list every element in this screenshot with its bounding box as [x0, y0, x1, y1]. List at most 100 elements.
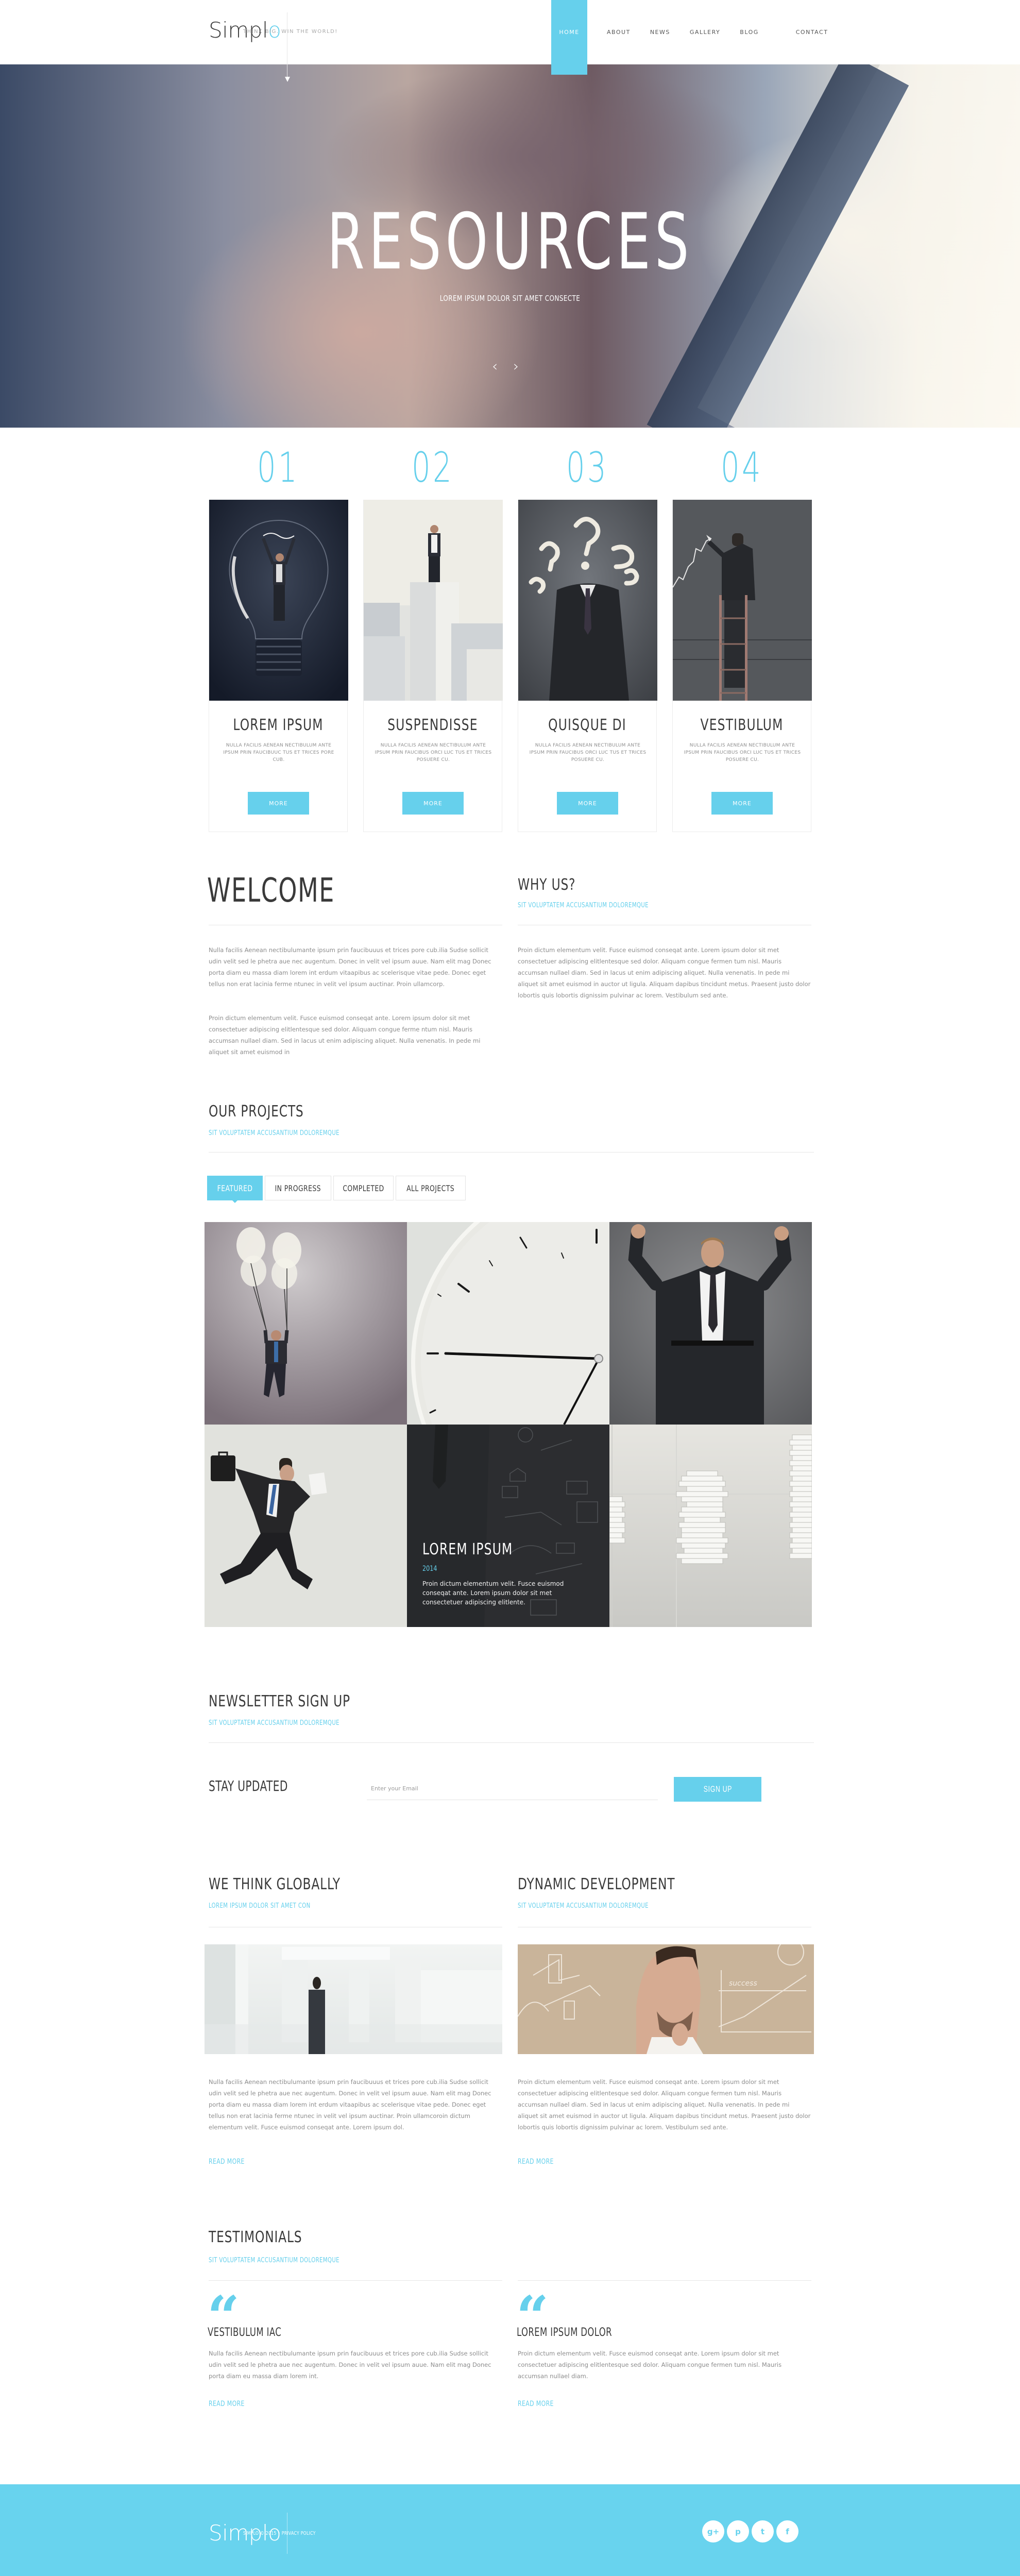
nav-blog[interactable]: BLOG	[740, 0, 758, 64]
chevron-right-icon[interactable]: ›	[513, 359, 519, 374]
feature-title: QUISQUE DI	[548, 716, 626, 734]
dynamic-subtitle: SIT VOLUPTATEM ACCUSANTIUM DOLOREMQUE	[518, 1902, 649, 1910]
project-grid: LOREM IPSUM 2014 Proin dictum elementum …	[205, 1222, 814, 1627]
projects-title: OUR PROJECTS	[209, 1103, 304, 1121]
feature-text: NULLA FACILIS AENEAN NECTIBULUM ANTE IPS…	[375, 743, 492, 762]
why-us-title: WHY US?	[518, 876, 576, 894]
read-more-link[interactable]: READ MORE	[209, 2158, 245, 2166]
feature-text: NULLA FACILIS AENEAN NECTIBULUM ANTE IPS…	[529, 743, 647, 762]
sign-up-label: SIGN UP	[703, 1784, 732, 1794]
project-overlay-text: Proin dictum elementum velit. Fusce euis…	[422, 1580, 564, 1606]
project-item-featured[interactable]: LOREM IPSUM 2014 Proin dictum elementum …	[407, 1425, 609, 1627]
chevron-left-icon[interactable]: ‹	[492, 359, 498, 374]
read-more-link[interactable]: READ MORE	[209, 2400, 245, 2408]
quote-icon: “	[516, 2283, 549, 2350]
svg-text:success: success	[729, 1979, 757, 1988]
project-item[interactable]	[609, 1222, 812, 1425]
dynamic-title: DYNAMIC DEVELOPMENT	[518, 1875, 675, 1893]
newsletter-subtitle: SIT VOLUPTATEM ACCUSANTIUM DOLOREMQUE	[209, 1719, 339, 1727]
divider	[209, 2280, 502, 2281]
site-footer: Simplo SIMPLO © 2015 • PRIVACY POLICY g+…	[0, 2484, 1020, 2576]
feature-card: SUSPENDISSE NULLA FACILIS AENEAN NECTIBU…	[363, 500, 503, 832]
project-overlay-year: 2014	[422, 1565, 437, 1573]
more-button[interactable]: MORE	[711, 792, 773, 815]
feature-image-blocks	[364, 500, 503, 701]
tagline: THINK BIG. WIN THE WORLD!	[243, 29, 338, 35]
main-nav: HOME ABOUT NEWS GALLERY BLOG CONTACT	[551, 0, 828, 75]
more-button[interactable]: MORE	[402, 792, 464, 815]
feature-card: VESTIBULUM NULLA FACILIS AENEAN NECTIBUL…	[672, 500, 812, 832]
feature-number: 03	[566, 447, 608, 488]
twitter-icon[interactable]: t	[752, 2520, 774, 2543]
testimonial-name: VESTIBULUM IAC	[208, 2326, 282, 2339]
feature-card: QUISQUE DI NULLA FACILIS AENEAN NECTIBUL…	[518, 500, 657, 832]
divider	[209, 1742, 814, 1743]
read-more-link[interactable]: READ MORE	[518, 2400, 554, 2408]
hero-title: RESOURCES	[327, 197, 693, 287]
feature-title: VESTIBULUM	[700, 716, 784, 734]
nav-label: BLOG	[740, 29, 759, 36]
tab-in-progress[interactable]: IN PROGRESS	[265, 1176, 331, 1200]
why-us-subtitle: SIT VOLUPTATEM ACCUSANTIUM DOLOREMQUE	[518, 902, 649, 909]
testimonial-text: Nulla facilis Aenean nectibulumante ipsu…	[209, 2350, 491, 2380]
testimonials-subtitle: SIT VOLUPTATEM ACCUSANTIUM DOLOREMQUE	[209, 2257, 339, 2264]
nav-home[interactable]: HOME	[551, 0, 587, 75]
feature-image-chart-drawing	[673, 500, 812, 701]
feature-number: 01	[257, 447, 299, 488]
nav-label: HOME	[559, 29, 580, 36]
feature-image-lightbulb	[209, 500, 348, 701]
projects-subtitle: SIT VOLUPTATEM ACCUSANTIUM DOLOREMQUE	[209, 1129, 339, 1137]
divider	[209, 1152, 814, 1153]
tab-all-projects[interactable]: ALL PROJECTS	[396, 1176, 466, 1200]
project-item[interactable]	[205, 1425, 407, 1627]
feature-title: LOREM IPSUM	[233, 716, 324, 734]
nav-contact[interactable]: CONTACT	[796, 0, 828, 64]
tab-label: COMPLETED	[343, 1183, 384, 1193]
sign-up-button[interactable]: SIGN UP	[674, 1777, 761, 1802]
feature-card: LOREM IPSUM NULLA FACILIS AENEAN NECTIBU…	[209, 500, 348, 832]
nav-label: ABOUT	[607, 29, 631, 36]
global-subtitle: LOREM IPSUM DOLOR SIT AMET CON	[209, 1902, 311, 1910]
project-item[interactable]	[205, 1222, 407, 1425]
dynamic-text: Proin dictum elementum velit. Fusce euis…	[518, 2078, 811, 2131]
tab-label: ALL PROJECTS	[406, 1183, 455, 1193]
nav-about[interactable]: ABOUT	[607, 0, 631, 64]
testimonial-name: LOREM IPSUM DOLOR	[517, 2326, 612, 2339]
feature-number: 02	[412, 447, 454, 488]
nav-label: NEWS	[650, 29, 670, 36]
feature-text: NULLA FACILIS AENEAN NECTIBULUM ANTE IPS…	[684, 743, 801, 762]
nav-label: GALLERY	[689, 29, 721, 36]
social-links: g+ p t f	[702, 2520, 798, 2543]
welcome-paragraph-2: Proin dictum elementum velit. Fusce euis…	[209, 1014, 481, 1056]
read-more-link[interactable]: READ MORE	[518, 2158, 554, 2166]
feature-number: 04	[721, 447, 763, 488]
testimonials-title: TESTIMONIALS	[209, 2228, 302, 2246]
facebook-icon[interactable]: f	[776, 2520, 798, 2543]
global-text: Nulla facilis Aenean nectibulumante ipsu…	[209, 2078, 491, 2131]
tab-featured[interactable]: FEATURED	[207, 1176, 263, 1203]
tab-label: FEATURED	[217, 1183, 253, 1193]
stay-updated-label: STAY UPDATED	[209, 1777, 288, 1794]
more-button[interactable]: MORE	[248, 792, 309, 815]
slider-controls: ‹ ›	[492, 359, 519, 374]
project-item[interactable]	[609, 1425, 812, 1627]
more-button[interactable]: MORE	[557, 792, 618, 815]
pinterest-icon[interactable]: p	[727, 2520, 749, 2543]
global-image	[205, 1944, 502, 2054]
site-header: Simplo THINK BIG. WIN THE WORLD! HOME AB…	[0, 0, 1020, 82]
quote-icon: “	[207, 2283, 240, 2350]
email-input[interactable]	[367, 1777, 658, 1800]
nav-news[interactable]: NEWS	[650, 0, 670, 64]
hero-slider: RESOURCES LOREM IPSUM DOLOR SIT AMET CON…	[0, 64, 1020, 428]
global-title: WE THINK GLOBALLY	[209, 1875, 341, 1893]
nav-gallery[interactable]: GALLERY	[690, 0, 720, 64]
footer-copyright: SIMPLO © 2015 • PRIVACY POLICY	[243, 2531, 316, 2536]
feature-image-question-marks	[518, 500, 657, 701]
google-plus-icon[interactable]: g+	[702, 2520, 724, 2543]
tab-completed[interactable]: COMPLETED	[333, 1176, 394, 1200]
tab-label: IN PROGRESS	[275, 1183, 321, 1193]
feature-text: NULLA FACILIS AENEAN NECTIBULUM ANTE IPS…	[223, 743, 334, 762]
dynamic-image: success	[518, 1944, 814, 2054]
project-item[interactable]	[407, 1222, 609, 1425]
why-us-text: Proin dictum elementum velit. Fusce euis…	[518, 946, 811, 999]
